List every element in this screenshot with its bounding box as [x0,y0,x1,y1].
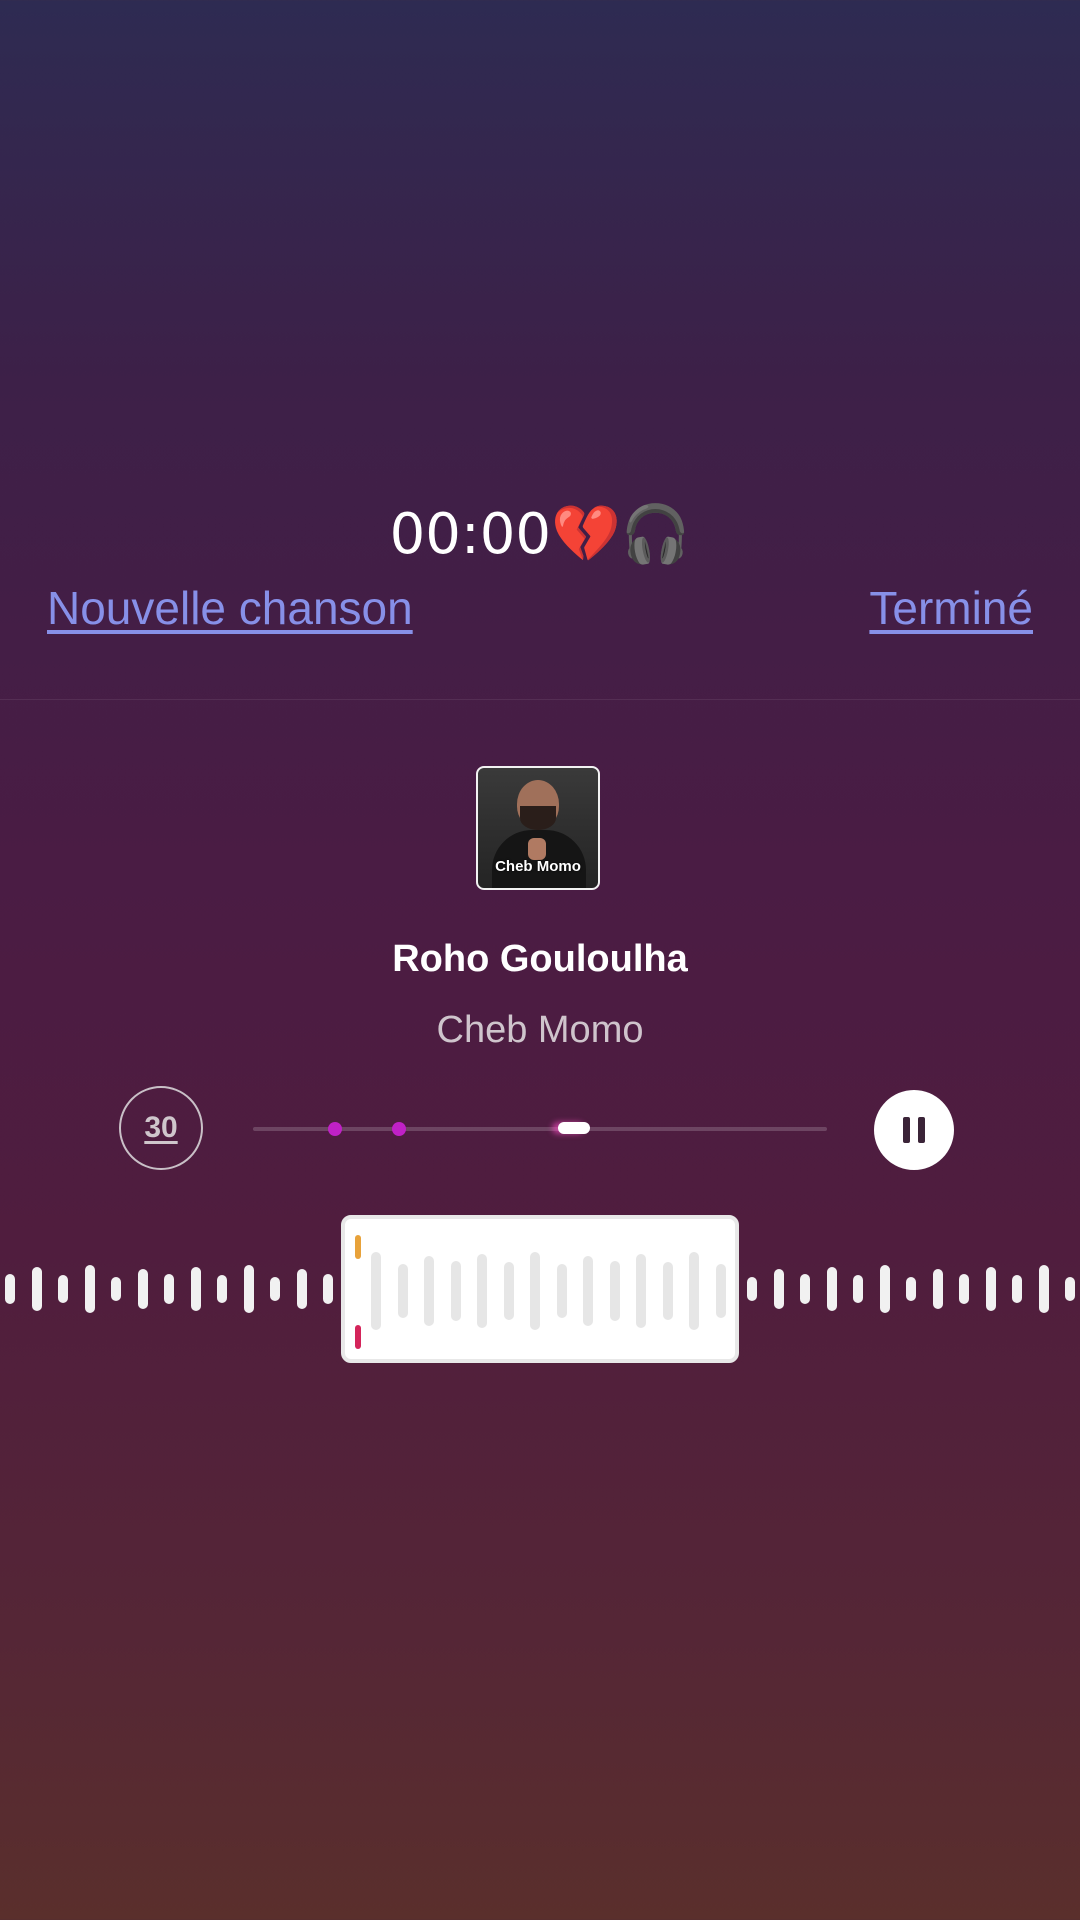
pause-button[interactable] [874,1090,954,1170]
clip-waveform-bar [583,1256,593,1326]
clip-waveform-bar [609,1261,620,1321]
section-marker [328,1122,342,1136]
waveform-bar [826,1267,837,1311]
waveform-bar [1065,1277,1075,1301]
waveform-bar [323,1274,333,1304]
waveform-bar [111,1277,121,1301]
waveform-bar [853,1275,863,1303]
waveform-bar [296,1269,307,1309]
song-artist: Cheb Momo [436,1009,644,1051]
waveform-bar [1038,1265,1049,1313]
clip-waveform-bar [477,1254,487,1328]
waveform-bar [190,1267,201,1311]
clip-waveform-bar [636,1254,646,1328]
pause-icon [903,1117,910,1143]
waveform-bar [243,1265,254,1313]
pause-icon-bar [918,1117,925,1143]
progress-track[interactable] [253,1122,827,1136]
waveform-bar [164,1274,174,1304]
clip-waveform-bar [424,1256,434,1326]
album-art: Cheb Momo [476,766,600,890]
clip-waveform-bar [689,1252,699,1330]
waveform-bar [217,1275,227,1303]
clip-waveform-bar [503,1262,514,1320]
status-emoji: 💔🎧 [550,502,691,567]
clip-waveform-bar [397,1264,408,1318]
waveform-bar [84,1265,95,1313]
waveform-bar [31,1267,42,1311]
header-divider [0,699,1080,700]
playhead[interactable] [558,1122,590,1134]
clip-waveform-bar [556,1264,567,1318]
done-link[interactable]: Terminé [869,578,1033,638]
waveform-bar [879,1265,890,1313]
waveform-bar [137,1269,148,1309]
waveform-bar [800,1274,810,1304]
waveform-bar [58,1275,68,1303]
album-art-label: Cheb Momo [495,858,581,875]
new-song-link[interactable]: Nouvelle chanson [47,578,413,638]
waveform-bar [270,1277,280,1301]
clip-waveform-bar [450,1261,461,1321]
clip-waveform-bar [530,1252,540,1330]
replay-30-button[interactable]: 30 [119,1086,203,1170]
clip-selection-window[interactable] [341,1215,739,1363]
album-art-hand [528,838,546,860]
section-marker [392,1122,406,1136]
album-art-beard [520,806,556,830]
replay-30-icon: 30 [144,1111,178,1144]
waveform-bar [773,1269,784,1309]
timer-value: 00:00 [389,502,551,567]
clip-waveform-bar [371,1252,381,1330]
waveform-bar [1012,1275,1022,1303]
clip-waveform-bar [715,1264,726,1318]
timer-text: 00:00💔🎧 [0,500,1080,570]
clip-waveform-bar [662,1262,673,1320]
waveform-bar [932,1269,943,1309]
song-title: Roho Gouloulha [392,938,688,980]
waveform-bar [959,1274,969,1304]
waveform-bar [5,1274,15,1304]
waveform-bar [906,1277,916,1301]
waveform-bar [985,1267,996,1311]
waveform-bar [747,1277,757,1301]
clip-waveform [361,1237,726,1345]
